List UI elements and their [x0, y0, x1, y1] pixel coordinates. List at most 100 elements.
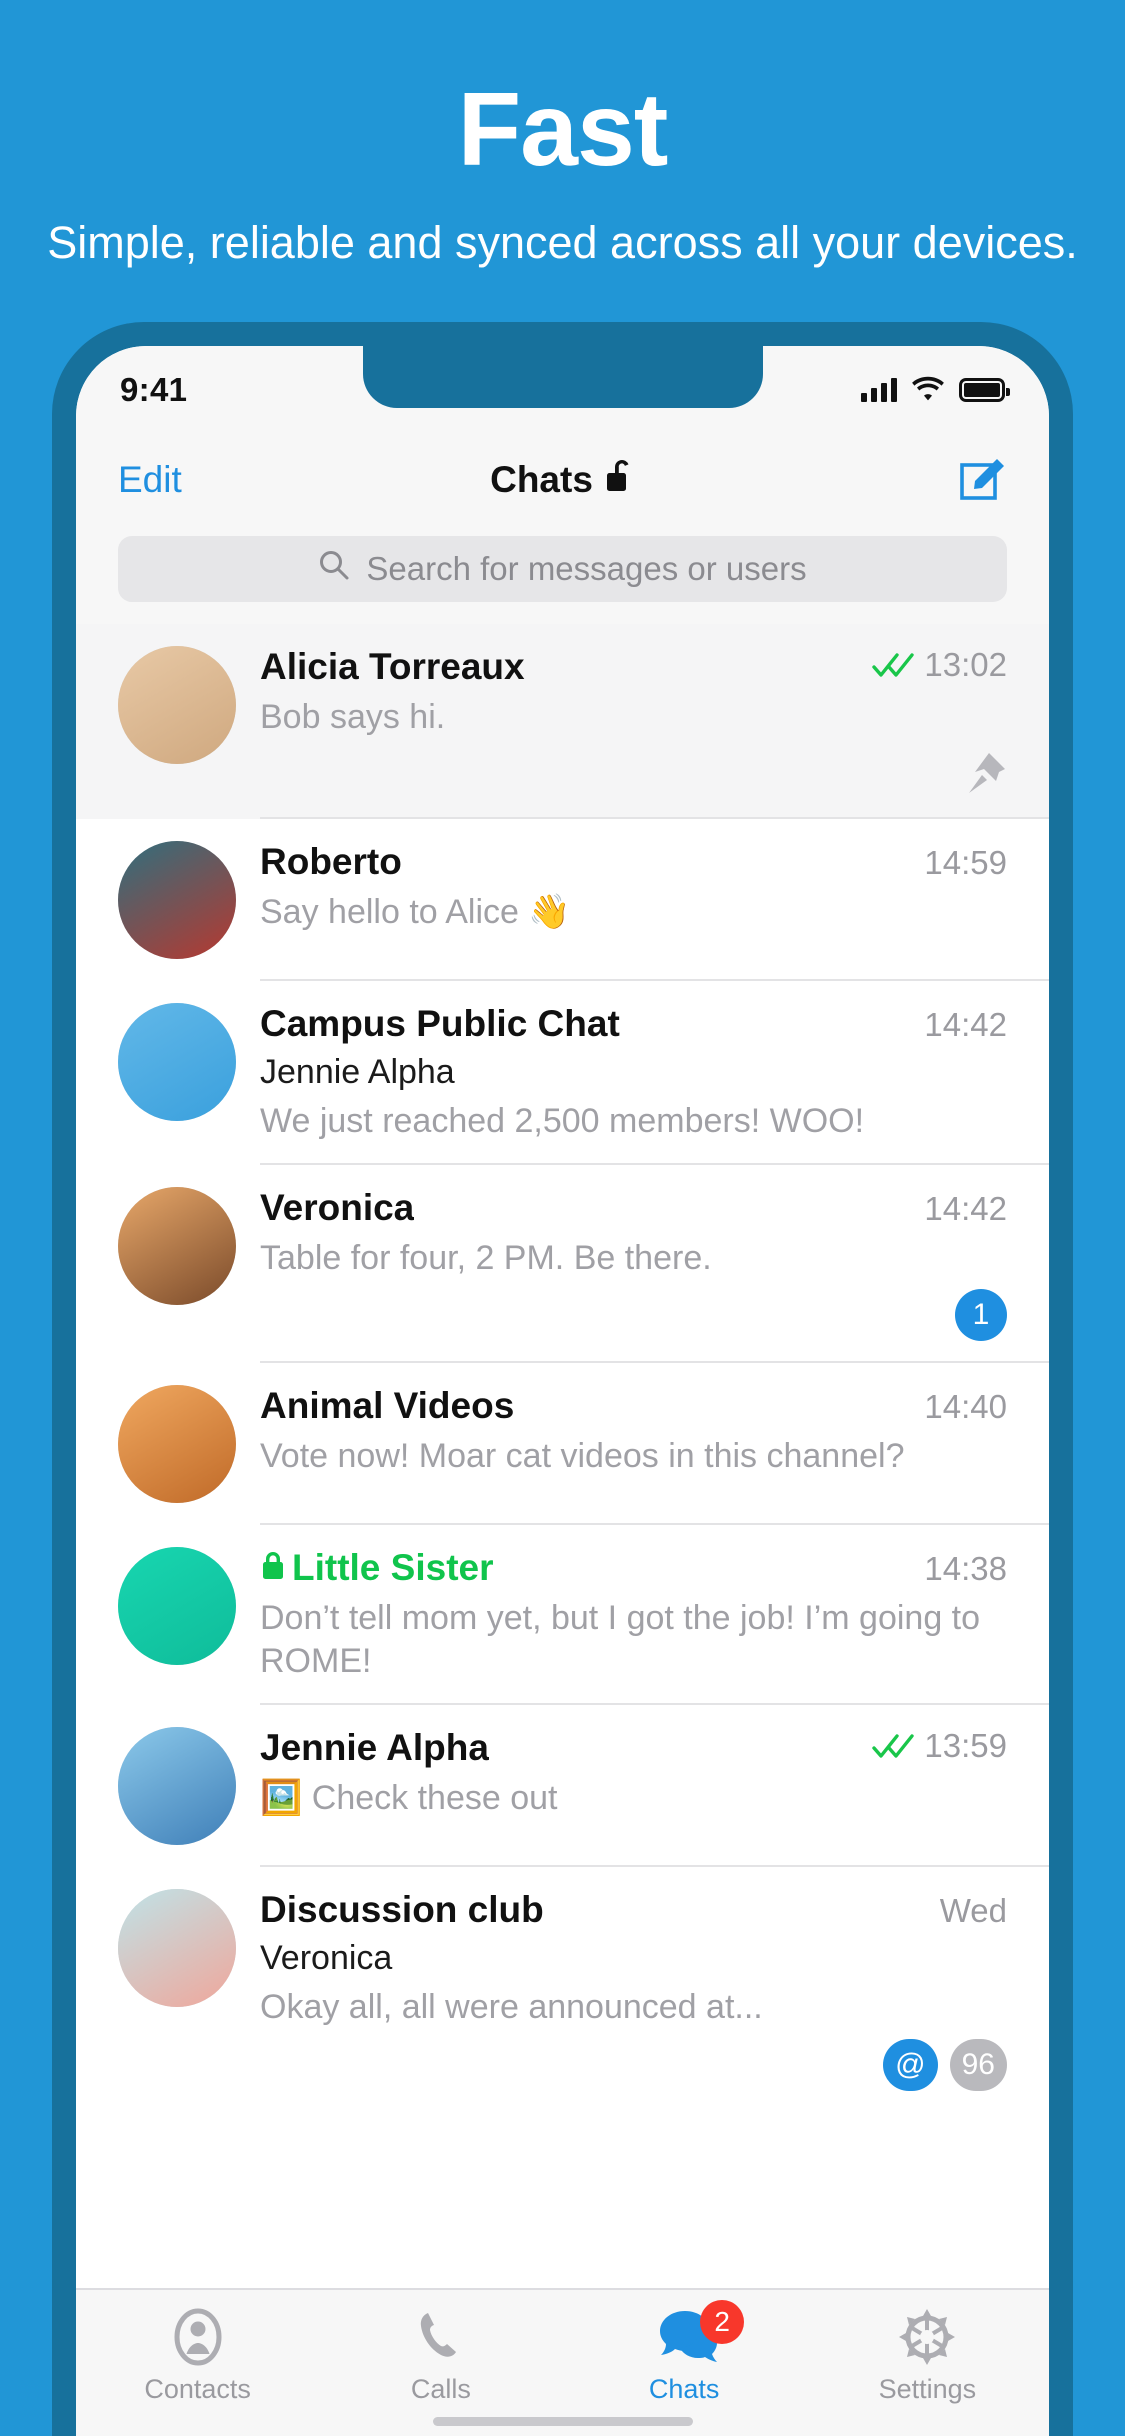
chat-title-label: Veronica — [260, 1186, 415, 1228]
tab-calls[interactable]: Calls — [319, 2306, 562, 2405]
tab-label: Contacts — [144, 2374, 251, 2404]
chat-list-item[interactable]: Veronica 14:42 Table for four, 2 PM. Be th… — [76, 1164, 1049, 1364]
chat-title: Discussion club — [260, 1889, 544, 1931]
search-bar-container: Search for messages or users — [76, 526, 1049, 624]
battery-full-icon — [959, 378, 1010, 402]
status-time: 9:41 — [120, 371, 188, 408]
chat-title: Campus Public Chat — [260, 1003, 620, 1045]
chat-meta: 14:59 — [908, 844, 1007, 882]
chat-list-item[interactable]: Little Sister 14:38 Don’t tell mom yet, bu… — [76, 1525, 1049, 1706]
chat-list-item[interactable]: Jennie Alpha 13:59 🖼️ Check these out — [76, 1705, 1049, 1868]
chat-bubbles-icon: 2 — [563, 2300, 806, 2368]
chat-list-item[interactable]: Discussion club Wed Veronica Okay all, all … — [76, 1867, 1049, 2111]
chat-item-content: Discussion club Wed Veronica Okay all, all … — [260, 1867, 1049, 2111]
search-placeholder: Search for messages or users — [366, 550, 807, 587]
tab-label: Settings — [878, 2374, 977, 2404]
double-check-icon — [872, 1732, 916, 1760]
chat-meta: 13:59 — [856, 1727, 1007, 1765]
gear-icon — [806, 2306, 1049, 2368]
chat-meta: 13:02 — [856, 646, 1007, 684]
chat-title-label: Little Sister — [292, 1547, 494, 1589]
notch — [362, 346, 763, 408]
chat-item-content: Veronica 14:42 Table for four, 2 PM. Be th… — [260, 1165, 1049, 1364]
chat-list-item[interactable]: Animal Videos 14:40 Vote now! Moar cat vid… — [76, 1363, 1049, 1526]
phone-icon — [319, 2306, 562, 2368]
chat-list-item[interactable]: Alicia Torreaux 13:02 Bob says hi. — [76, 624, 1049, 819]
double-check-icon — [872, 651, 916, 679]
chat-preview-text: Don’t tell mom yet, but I got the job! I… — [260, 1599, 981, 1681]
tab-bar[interactable]: Contacts Calls 2 Chats Settings — [76, 2288, 1049, 2436]
tab-contacts[interactable]: Contacts — [76, 2306, 319, 2405]
avatar — [118, 1547, 236, 1666]
chat-title-label: Alicia Torreaux — [260, 646, 525, 687]
contacts-icon — [76, 2306, 319, 2368]
chat-item-content: Little Sister 14:38 Don’t tell mom yet, bu… — [260, 1525, 1049, 1706]
search-icon — [318, 549, 350, 589]
unread-count-badge: 1 — [955, 1289, 1007, 1342]
avatar — [118, 840, 236, 959]
chat-list-item[interactable]: Campus Public Chat 14:42 Jennie Alpha We ju… — [76, 980, 1049, 1165]
tab-settings[interactable]: Settings — [806, 2306, 1049, 2405]
pin-icon — [260, 751, 1007, 797]
compose-button[interactable] — [959, 456, 1007, 504]
phone-frame: 9:41 Edit Chats Search for messages or u… — [52, 322, 1073, 2436]
chat-meta: 14:38 — [908, 1550, 1007, 1588]
avatar — [118, 1002, 236, 1121]
search-input[interactable]: Search for messages or users — [118, 536, 1007, 602]
nav-title-label: Chats — [490, 459, 593, 500]
chat-item-content: Roberto 14:59 Say hello to Alice 👋 — [260, 819, 1049, 981]
chat-timestamp: 13:59 — [924, 1727, 1007, 1765]
chat-item-content: Campus Public Chat 14:42 Jennie Alpha We ju… — [260, 981, 1049, 1165]
mention-badge: @ — [883, 2038, 938, 2091]
unread-count-badge: 96 — [949, 2038, 1007, 2091]
chat-meta: 14:40 — [908, 1388, 1007, 1426]
chat-timestamp: 14:38 — [924, 1550, 1007, 1588]
avatar — [118, 1186, 236, 1305]
chat-title: Alicia Torreaux — [260, 646, 525, 688]
tab-badge: 2 — [700, 2300, 745, 2344]
chat-title: Animal Videos — [260, 1385, 514, 1427]
chat-preview-text: Vote now! Moar cat videos in this channe… — [260, 1437, 905, 1476]
chat-title-label: Campus Public Chat — [260, 1002, 620, 1044]
phone-screen: 9:41 Edit Chats Search for messages or u… — [76, 346, 1049, 2436]
chat-title: Little Sister — [260, 1547, 494, 1589]
chat-preview-text: We just reached 2,500 members! WOO! — [260, 1101, 865, 1140]
secret-lock-icon — [260, 1547, 286, 1589]
chat-timestamp: 14:42 — [924, 1005, 1007, 1043]
status-bar: 9:41 — [76, 346, 1049, 434]
chat-title: Jennie Alpha — [260, 1727, 489, 1769]
chat-title: Veronica — [260, 1187, 414, 1229]
chat-preview-text: Table for four, 2 PM. Be there. — [260, 1238, 712, 1277]
chat-sender-name: Jennie Alpha — [260, 1052, 455, 1091]
chat-preview-text: Bob says hi. — [260, 698, 446, 736]
avatar — [118, 1727, 236, 1846]
unlocked-padlock-icon — [605, 457, 635, 504]
tab-chats[interactable]: 2 Chats — [563, 2300, 806, 2405]
chat-sender-name: Veronica — [260, 1939, 393, 1978]
chat-meta: 14:42 — [908, 1006, 1007, 1044]
promo-subtitle: Simple, reliable and synced across all y… — [47, 217, 1078, 268]
avatar — [118, 646, 236, 764]
chat-meta: 14:42 — [908, 1190, 1007, 1228]
chat-list[interactable]: Alicia Torreaux 13:02 Bob says hi. Roberto 1… — [76, 624, 1049, 2111]
nav-title: Chats — [76, 457, 1049, 504]
edit-button[interactable]: Edit — [118, 459, 182, 501]
page-title: Fast — [457, 72, 669, 188]
chat-meta: Wed — [924, 1892, 1007, 1930]
chat-preview-text: 🖼️ Check these out — [260, 1779, 558, 1818]
chat-title-label: Jennie Alpha — [260, 1727, 489, 1769]
chat-timestamp: 13:02 — [924, 646, 1007, 683]
chat-list-item[interactable]: Roberto 14:59 Say hello to Alice 👋 — [76, 818, 1049, 981]
chat-title-label: Roberto — [260, 840, 402, 882]
home-indicator — [432, 2417, 693, 2426]
chat-badges: 1 — [260, 1289, 1007, 1342]
chat-timestamp: 14:42 — [924, 1189, 1007, 1227]
chat-item-content: Jennie Alpha 13:59 🖼️ Check these out — [260, 1705, 1049, 1868]
chat-preview-text: Say hello to Alice 👋 — [260, 892, 571, 931]
chat-timestamp: 14:40 — [924, 1388, 1007, 1426]
wifi-icon — [911, 375, 945, 406]
chat-badges: @96 — [260, 2038, 1007, 2091]
chat-preview-text: Okay all, all were announced at... — [260, 1988, 763, 2027]
chat-timestamp: 14:59 — [924, 843, 1007, 881]
nav-bar: Edit Chats — [76, 434, 1049, 526]
